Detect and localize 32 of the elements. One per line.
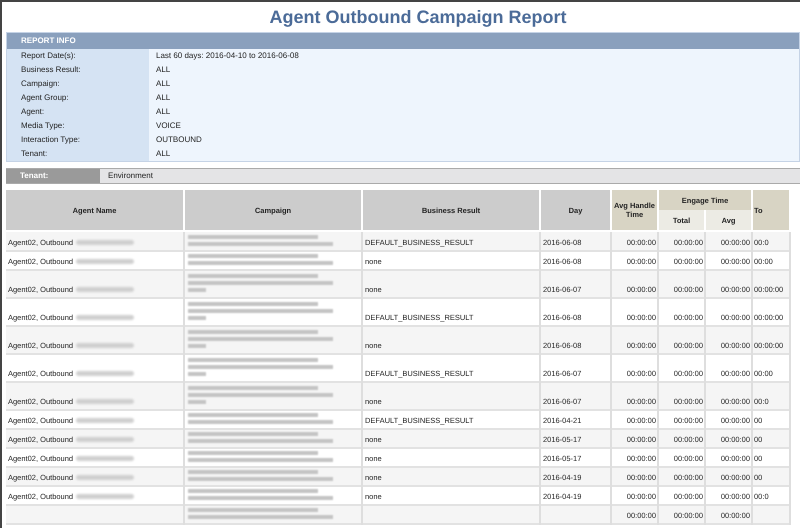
field-value: OUTBOUND: [155, 134, 202, 146]
field-label: Agent:: [21, 106, 44, 118]
blurred-text: [76, 475, 134, 480]
blurred-text: [76, 315, 134, 320]
blurred-text: [76, 343, 134, 348]
section-heading: REPORT INFO: [21, 35, 76, 47]
blurred-text: [76, 399, 134, 404]
field-label: Media Type:: [21, 120, 64, 132]
blurred-text: [76, 259, 134, 264]
blurred-text: [76, 240, 134, 246]
blurred-text: [76, 418, 134, 424]
field-value: Last 60 days: 2016-04-10 to 2016-06-08: [155, 50, 299, 62]
blurred-text: [76, 456, 134, 462]
field-value: ALL: [155, 148, 170, 160]
tenant-label: Tenant:: [20, 170, 48, 182]
field-value: ALL: [155, 106, 170, 118]
field-label: Business Result:: [21, 64, 81, 76]
field-label: Campaign:: [21, 78, 60, 90]
tenant-value: Environment: [107, 170, 153, 182]
blurred-text: [76, 494, 134, 500]
field-label: Agent Group:: [21, 92, 69, 104]
field-label: Report Date(s):: [21, 50, 76, 62]
field-label: Tenant:: [21, 148, 48, 160]
field-value: ALL: [155, 92, 170, 104]
field-label: Interaction Type:: [21, 134, 80, 146]
field-value: ALL: [155, 64, 170, 76]
field-value: VOICE: [155, 120, 181, 132]
blurred-text: [76, 437, 134, 442]
report-title: Agent Outbound Campaign Report: [270, 6, 566, 29]
field-value: ALL: [155, 78, 170, 90]
blurred-text: [76, 371, 134, 376]
blurred-text: [76, 287, 134, 292]
